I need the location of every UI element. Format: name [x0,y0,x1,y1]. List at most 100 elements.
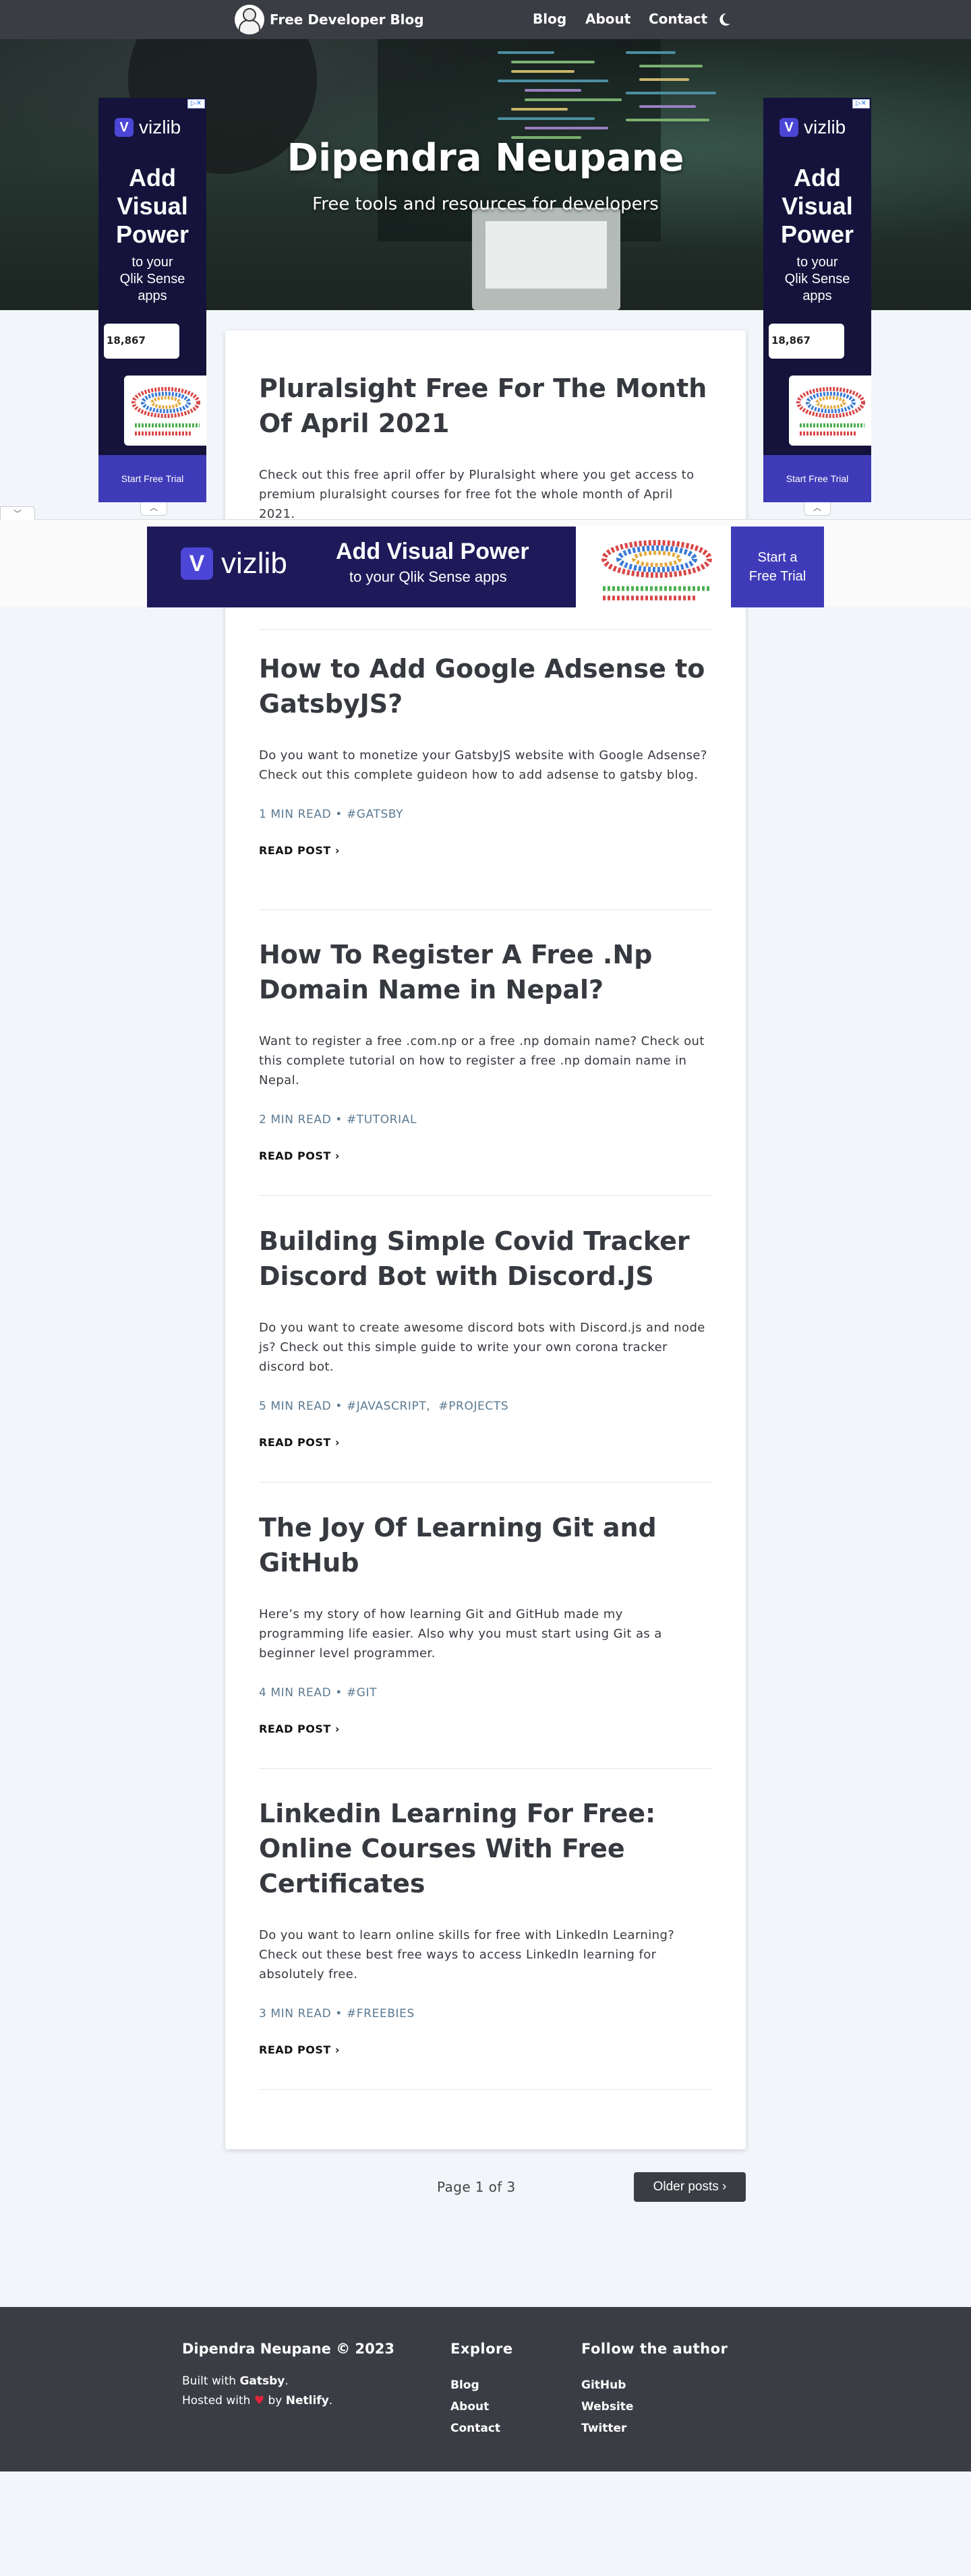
post-title[interactable]: Pluralsight Free For The Month Of April … [259,371,712,441]
ad-stat-card: 18,867 [769,324,844,359]
brand-logo-icon [235,5,264,34]
brand-link[interactable]: Free Developer Blog [235,5,424,34]
post-excerpt: Here’s my story of how learning Git and … [259,1607,662,1660]
ad-sub-line: apps [802,289,832,303]
heart-icon: ♥ [254,2394,265,2407]
post-title[interactable]: The Joy Of Learning Git and GitHub [259,1510,712,1580]
footer-credits: Built with Gatsby. Hosted with ♥ by Netl… [182,2374,333,2407]
post-title[interactable]: How to Add Google Adsense to GatsbyJS? [259,651,712,721]
footer-link-website[interactable]: Website [581,2400,633,2414]
ad-cta-button[interactable]: Start Free Trial [763,455,871,502]
post-title[interactable]: How To Register A Free .Np Domain Name i… [259,937,712,1007]
nav-link-about[interactable]: About [585,11,630,27]
vizlib-logo-icon: V [181,547,213,580]
post-title[interactable]: Linkedin Learning For Free: Online Cours… [259,1796,712,1901]
read-post-link[interactable]: READ POST › [259,2043,712,2056]
read-time: 3 MIN READ • [259,2007,347,2020]
ad-cta-button[interactable]: Start Free Trial [98,455,206,502]
ad-subtext: to your Qlik Sense apps [98,254,206,305]
ad-brand: vizlib [221,547,287,580]
post-meta: 4 MIN READ • #GIT [259,1686,712,1700]
footer-link-twitter[interactable]: Twitter [581,2422,626,2435]
post-tag[interactable]: #GIT [347,1686,377,1700]
footer-link-github[interactable]: GitHub [581,2378,626,2392]
side-ad-left[interactable]: ▷✕ Vvizlib Add Visual Power to your Qlik… [98,98,206,502]
ad-chart-image [789,376,871,446]
ad-cta-button[interactable]: Start a Free Trial [731,527,824,607]
post-title[interactable]: Building Simple Covid Tracker Discord Bo… [259,1224,712,1294]
anchor-ad[interactable]: Vvizlib Add Visual Power to your Qlik Se… [147,527,824,607]
ad-cta-line: Free Trial [748,569,806,584]
post-meta: 5 MIN READ • #JAVASCRIPT, #PROJECTS [259,1400,712,1413]
ad-stat-label [107,328,177,334]
read-time: 2 MIN READ • [259,1113,347,1127]
post-tag[interactable]: #JAVASCRIPT, [347,1400,430,1413]
nav-link-blog[interactable]: Blog [533,11,566,27]
navbar: Free Developer Blog Blog About Contact [0,0,971,39]
ad-choices-icon[interactable]: ▷✕ [187,99,205,109]
chevron-up-icon[interactable]: ︿ [804,502,831,516]
footer-link-blog[interactable]: Blog [450,2378,479,2392]
read-post-link[interactable]: READ POST › [259,844,712,857]
post-excerpt: Do you want to create awesome discord bo… [259,1321,705,1374]
explore-links: Blog About Contact [450,2374,500,2439]
netlify-link[interactable]: Netlify [286,2394,329,2407]
ad-chart-image [124,376,206,446]
explore-heading: Explore [450,2341,513,2357]
older-posts-button[interactable]: Older posts › [634,2172,746,2202]
follow-links: GitHub Website Twitter [581,2374,633,2439]
post-item: How To Register A Free .Np Domain Name i… [259,937,712,1196]
post-meta: 1 MIN READ • #GATSBY [259,808,712,821]
footer: Dipendra Neupane © 2023 Built with Gatsb… [0,2307,971,2472]
follow-heading: Follow the author [581,2341,728,2357]
ad-stat-label [771,328,842,334]
ad-brand: vizlib [139,117,181,138]
chevron-down-icon[interactable]: ﹀ [0,506,35,520]
ad-logo: Vvizlib [779,117,846,138]
post-tag[interactable]: #GATSBY [347,808,403,821]
vizlib-logo-icon: V [115,118,134,137]
post-tag[interactable]: #FREEBIES [347,2007,415,2020]
ad-stat-card: 18,867 [104,324,179,359]
brand-name: Free Developer Blog [270,11,424,28]
ad-headline-line: Power [115,220,189,248]
post-tag[interactable]: #TUTORIAL [347,1113,417,1127]
post-meta: 3 MIN READ • #FREEBIES [259,2007,712,2020]
chevron-up-icon[interactable]: ︿ [140,502,167,516]
post-item: The Joy Of Learning Git and GitHub Here’… [259,1510,712,1769]
footer-link-contact[interactable]: Contact [450,2422,500,2435]
hosted-with-text: Hosted with [182,2394,254,2407]
vizlib-logo-icon: V [779,118,798,137]
footer-copyright: Dipendra Neupane © 2023 [182,2341,394,2357]
post-item: Linkedin Learning For Free: Online Cours… [259,1796,712,2090]
footer-link-about[interactable]: About [450,2400,489,2414]
post-item: Building Simple Covid Tracker Discord Bo… [259,1224,712,1482]
read-time: 4 MIN READ • [259,1686,347,1700]
by-text: by [264,2394,286,2407]
side-ad-right[interactable]: ▷✕ Vvizlib Add Visual Power to your Qlik… [763,98,871,502]
ad-sub-line: Qlik Sense [784,272,850,287]
ad-stat-value: 18,867 [107,334,146,347]
ad-headline: Add Visual Power [763,164,871,249]
nav-link-contact[interactable]: Contact [649,11,707,27]
moon-icon[interactable] [716,11,732,28]
read-time: 1 MIN READ • [259,808,347,821]
ad-sub-line: apps [138,289,167,303]
ad-choices-icon[interactable]: ▷✕ [852,99,870,109]
read-post-link[interactable]: READ POST › [259,1436,712,1449]
read-post-link[interactable]: READ POST › [259,1149,712,1162]
ad-sub-line: Qlik Sense [119,272,185,287]
ad-subtext: to your Qlik Sense apps [763,254,871,305]
post-meta: 2 MIN READ • #TUTORIAL [259,1113,712,1127]
ad-headline-line: Visual [117,192,188,220]
built-with-text: Built with [182,2374,240,2388]
post-tag[interactable]: #PROJECTS [438,1400,508,1413]
ad-brand: vizlib [804,117,846,138]
post-item: How to Add Google Adsense to GatsbyJS? D… [259,651,712,910]
ad-logo: Vvizlib [181,547,287,580]
ad-stat-value: 18,867 [771,334,811,347]
gatsby-link[interactable]: Gatsby [239,2374,285,2388]
ad-logo: Vvizlib [115,117,181,138]
read-post-link[interactable]: READ POST › [259,1723,712,1735]
page-indicator: Page 1 of 3 [437,2179,516,2195]
